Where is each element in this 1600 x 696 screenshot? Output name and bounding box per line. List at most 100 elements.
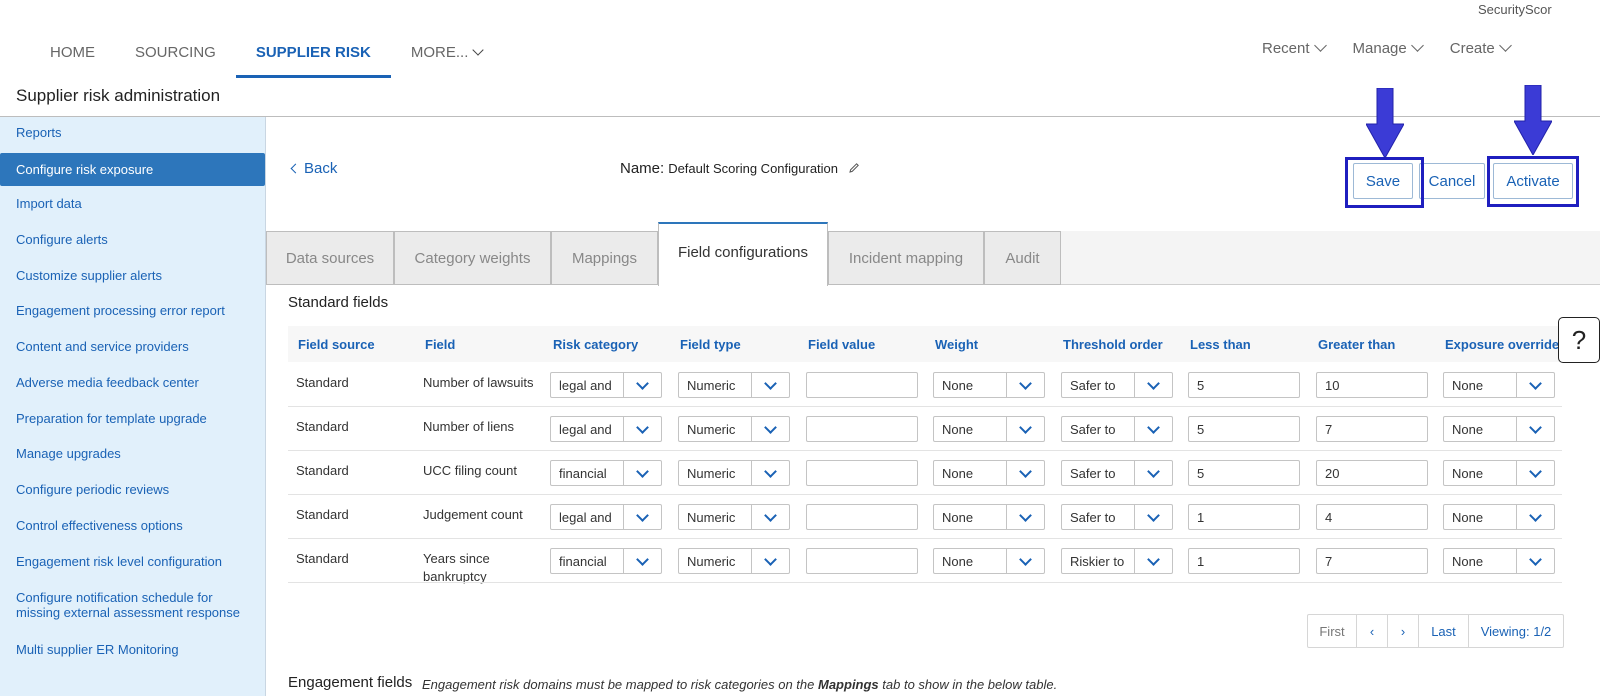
sidebar-item-adverse-media-feedback-center[interactable]: Adverse media feedback center	[16, 375, 256, 390]
nav-supplier-risk[interactable]: SUPPLIER RISK	[235, 30, 391, 78]
user-name[interactable]: SecurityScor	[1478, 2, 1552, 17]
chevron-down-icon[interactable]	[623, 373, 661, 397]
exposure-override-select[interactable]: None	[1443, 372, 1555, 398]
risk-category-select[interactable]: legal and	[550, 416, 662, 442]
greater-than-input[interactable]: 7	[1316, 416, 1428, 442]
field-value-input[interactable]	[806, 548, 918, 574]
field-type-select[interactable]: Numeric	[678, 460, 790, 486]
chevron-down-icon[interactable]	[1134, 505, 1172, 529]
sidebar-item-reports[interactable]: Reports	[16, 125, 256, 140]
weight-select[interactable]: None	[933, 460, 1045, 486]
field-type-select[interactable]: Numeric	[678, 504, 790, 530]
pager-last[interactable]: Last	[1419, 615, 1469, 647]
chevron-down-icon[interactable]	[1006, 461, 1044, 485]
sidebar-item-import-data[interactable]: Import data	[16, 196, 256, 211]
sidebar-item-configure-alerts[interactable]: Configure alerts	[16, 232, 256, 247]
tab-mappings[interactable]: Mappings	[551, 231, 658, 285]
chevron-down-icon[interactable]	[1134, 417, 1172, 441]
sidebar-item-engagement-processing-error-report[interactable]: Engagement processing error report	[16, 303, 256, 318]
field-value-input[interactable]	[806, 504, 918, 530]
sidebar-item-content-and-service-providers[interactable]: Content and service providers	[16, 339, 256, 354]
tab-audit[interactable]: Audit	[984, 231, 1061, 285]
risk-category-select[interactable]: financial	[550, 460, 662, 486]
greater-than-input[interactable]: 20	[1316, 460, 1428, 486]
chevron-down-icon[interactable]	[751, 417, 789, 441]
less-than-input[interactable]: 1	[1188, 548, 1300, 574]
tab-category-weights[interactable]: Category weights	[394, 231, 551, 285]
risk-category-select[interactable]: financial	[550, 548, 662, 574]
exposure-override-select[interactable]: None	[1443, 416, 1555, 442]
chevron-down-icon[interactable]	[751, 373, 789, 397]
chevron-down-icon[interactable]	[1516, 505, 1554, 529]
chevron-down-icon[interactable]	[751, 461, 789, 485]
risk-category-select[interactable]: legal and	[550, 372, 662, 398]
field-type-select[interactable]: Numeric	[678, 416, 790, 442]
chevron-down-icon[interactable]	[1006, 505, 1044, 529]
pager-prev[interactable]: ‹	[1357, 615, 1388, 647]
weight-select[interactable]: None	[933, 504, 1045, 530]
threshold-order-select[interactable]: Riskier to	[1061, 548, 1173, 574]
chevron-down-icon[interactable]	[623, 461, 661, 485]
chevron-down-icon[interactable]	[1516, 417, 1554, 441]
exposure-override-select[interactable]: None	[1443, 460, 1555, 486]
pager-next[interactable]: ›	[1388, 615, 1419, 647]
greater-than-input[interactable]: 4	[1316, 504, 1428, 530]
pager-first[interactable]: First	[1308, 615, 1357, 647]
sidebar-item-customize-supplier-alerts[interactable]: Customize supplier alerts	[16, 268, 256, 283]
chevron-down-icon[interactable]	[751, 505, 789, 529]
threshold-order-select[interactable]: Safer to	[1061, 416, 1173, 442]
nav-sourcing[interactable]: SOURCING	[115, 30, 236, 78]
sidebar-item-engagement-risk-level-configuration[interactable]: Engagement risk level configuration	[16, 554, 256, 569]
tab-field-configurations[interactable]: Field configurations	[658, 222, 828, 286]
chevron-down-icon[interactable]	[751, 549, 789, 573]
field-value-input[interactable]	[806, 460, 918, 486]
tab-data-sources[interactable]: Data sources	[266, 231, 394, 285]
chevron-down-icon[interactable]	[1006, 417, 1044, 441]
nav-more[interactable]: MORE...	[391, 30, 503, 78]
field-value-input[interactable]	[806, 372, 918, 398]
chevron-down-icon[interactable]	[1006, 373, 1044, 397]
chevron-down-icon[interactable]	[1516, 549, 1554, 573]
sidebar-item-manage-upgrades[interactable]: Manage upgrades	[16, 446, 256, 461]
chevron-down-icon[interactable]	[1516, 373, 1554, 397]
sidebar-item-multi-supplier-er-monitoring[interactable]: Multi supplier ER Monitoring	[16, 642, 256, 657]
cancel-button[interactable]: Cancel	[1419, 163, 1485, 199]
less-than-input[interactable]: 5	[1188, 372, 1300, 398]
chevron-down-icon[interactable]	[623, 417, 661, 441]
less-than-input[interactable]: 1	[1188, 504, 1300, 530]
recent-menu[interactable]: Recent	[1262, 39, 1327, 57]
greater-than-input[interactable]: 7	[1316, 548, 1428, 574]
threshold-order-select[interactable]: Safer to	[1061, 372, 1173, 398]
sidebar-item-control-effectiveness-options[interactable]: Control effectiveness options	[16, 518, 256, 533]
create-menu[interactable]: Create	[1450, 39, 1512, 57]
chevron-down-icon[interactable]	[1134, 373, 1172, 397]
threshold-order-select[interactable]: Safer to	[1061, 460, 1173, 486]
threshold-order-select[interactable]: Safer to	[1061, 504, 1173, 530]
nav-home[interactable]: HOME	[30, 30, 115, 78]
sidebar-item-preparation-for-template-upgrade[interactable]: Preparation for template upgrade	[16, 411, 256, 426]
chevron-down-icon[interactable]	[1134, 461, 1172, 485]
chevron-down-icon[interactable]	[1006, 549, 1044, 573]
field-type-select[interactable]: Numeric	[678, 372, 790, 398]
less-than-input[interactable]: 5	[1188, 416, 1300, 442]
help-button[interactable]: ?	[1558, 317, 1600, 363]
exposure-override-select[interactable]: None	[1443, 504, 1555, 530]
back-link[interactable]: Back	[290, 160, 337, 177]
weight-select[interactable]: None	[933, 548, 1045, 574]
sidebar-item-configure-periodic-reviews[interactable]: Configure periodic reviews	[16, 482, 256, 497]
weight-select[interactable]: None	[933, 372, 1045, 398]
weight-select[interactable]: None	[933, 416, 1045, 442]
exposure-override-select[interactable]: None	[1443, 548, 1555, 574]
field-type-select[interactable]: Numeric	[678, 548, 790, 574]
chevron-down-icon[interactable]	[623, 549, 661, 573]
pencil-icon[interactable]	[848, 162, 860, 174]
greater-than-input[interactable]: 10	[1316, 372, 1428, 398]
less-than-input[interactable]: 5	[1188, 460, 1300, 486]
chevron-down-icon[interactable]	[623, 505, 661, 529]
manage-menu[interactable]: Manage	[1353, 39, 1424, 57]
tab-incident-mapping[interactable]: Incident mapping	[828, 231, 984, 285]
chevron-down-icon[interactable]	[1516, 461, 1554, 485]
risk-category-select[interactable]: legal and	[550, 504, 662, 530]
sidebar-item-configure-notification-schedule[interactable]: Configure notification schedule for miss…	[16, 590, 256, 620]
sidebar-item-configure-risk-exposure[interactable]: Configure risk exposure	[0, 153, 265, 186]
